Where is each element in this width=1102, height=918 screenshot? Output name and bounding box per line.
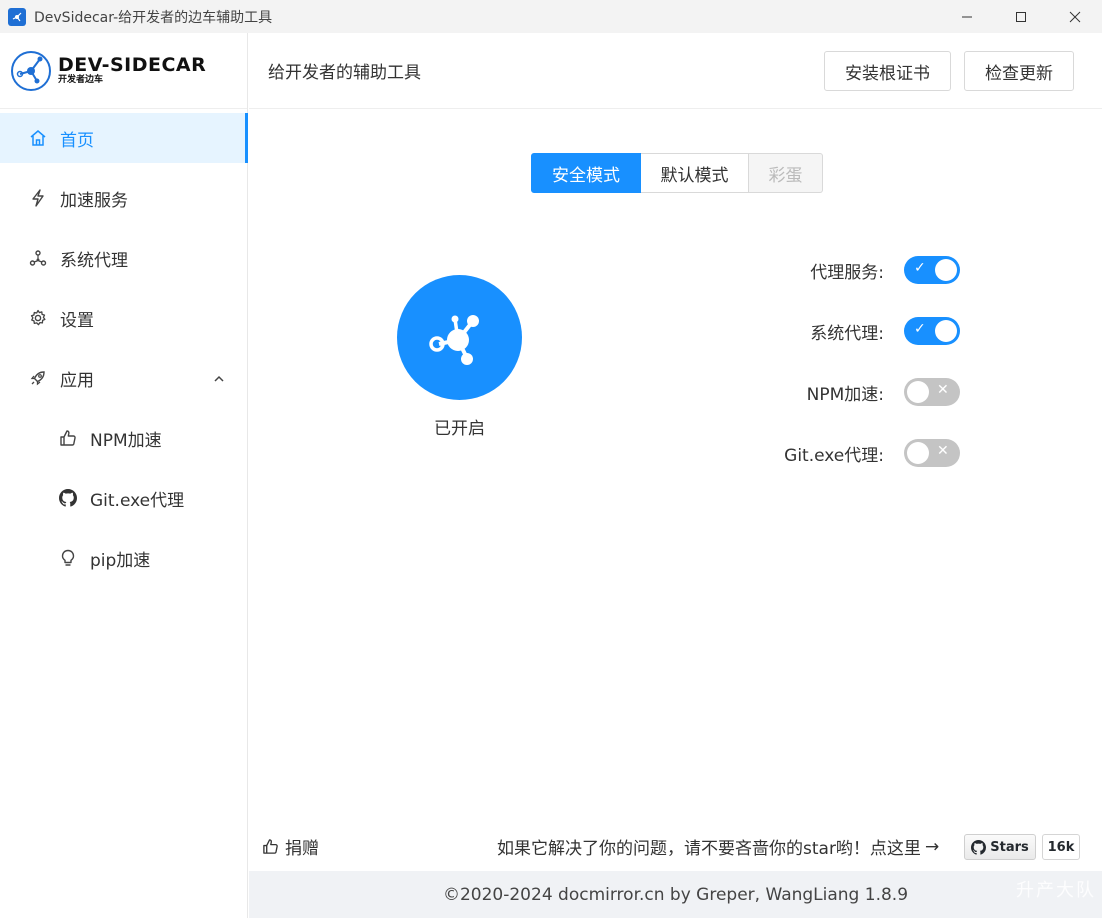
donate-label: 捐赠 xyxy=(285,839,319,859)
option-npm-acceleration: NPM加速: ✕ xyxy=(700,378,960,406)
stars-count[interactable]: 16k xyxy=(1042,834,1080,860)
github-icon xyxy=(58,488,78,508)
switch-knob xyxy=(935,259,957,281)
footer: ©2020-2024 docmirror.cn by Greper, WangL… xyxy=(249,871,1102,918)
github-stars-badge[interactable]: Stars 16k xyxy=(964,834,1080,860)
github-stars-button[interactable]: Stars xyxy=(964,834,1036,860)
main-toggle-button[interactable] xyxy=(397,275,522,400)
arrow-right-icon: → xyxy=(924,836,940,857)
tab-safe-mode[interactable]: 安全模式 xyxy=(531,153,641,193)
window-controls xyxy=(940,0,1102,33)
sidebar-item-label: 系统代理 xyxy=(60,250,128,271)
switch-knob xyxy=(935,320,957,342)
system-proxy-switch[interactable]: ✓ xyxy=(904,317,960,345)
tab-default-mode[interactable]: 默认模式 xyxy=(641,153,749,193)
close-icon xyxy=(1069,11,1081,22)
sidebar-item-label: 设置 xyxy=(60,310,94,331)
bulb-icon xyxy=(58,548,78,568)
x-icon: ✕ xyxy=(937,382,949,398)
thumbs-up-icon xyxy=(262,838,279,855)
option-label: NPM加速: xyxy=(806,384,884,405)
window-title: DevSidecar-给开发者的边车辅助工具 xyxy=(34,9,273,26)
sidebar-item-label: NPM加速 xyxy=(90,430,162,451)
sidebar-item-home[interactable]: 首页 xyxy=(0,113,248,163)
logo-brand: DEV-SIDECAR xyxy=(58,54,207,76)
copyright-text: ©2020-2024 docmirror.cn by Greper, WangL… xyxy=(442,884,909,905)
stars-label: Stars xyxy=(990,839,1029,855)
watermark-text: 升产大队 xyxy=(1016,880,1096,901)
option-proxy-service: 代理服务: ✓ xyxy=(700,256,960,284)
minimize-button[interactable] xyxy=(940,0,994,33)
option-git-proxy: Git.exe代理: ✕ xyxy=(700,439,960,467)
logo-icon xyxy=(11,50,51,91)
sidebar-item-label: Git.exe代理 xyxy=(90,490,185,511)
npm-acceleration-switch[interactable]: ✕ xyxy=(904,378,960,406)
header: 给开发者的辅助工具 安装根证书 检查更新 xyxy=(249,33,1102,109)
maximize-icon xyxy=(1016,11,1026,22)
mode-switcher: 安全模式 默认模式 彩蛋 xyxy=(531,153,823,193)
lightning-icon xyxy=(28,188,48,208)
option-label: 代理服务: xyxy=(810,262,884,283)
switch-knob xyxy=(907,381,929,403)
option-label: 系统代理: xyxy=(810,323,884,344)
rocket-icon xyxy=(28,368,48,388)
check-icon: ✓ xyxy=(914,321,926,337)
install-cert-button[interactable]: 安装根证书 xyxy=(824,51,951,91)
option-label: Git.exe代理: xyxy=(784,445,884,466)
sidebar-item-apps[interactable]: 应用 xyxy=(0,353,247,403)
git-proxy-switch[interactable]: ✕ xyxy=(904,439,960,467)
thumbs-up-icon xyxy=(58,428,78,448)
check-update-button[interactable]: 检查更新 xyxy=(964,51,1074,91)
sidebar-item-settings[interactable]: 设置 xyxy=(0,293,247,343)
sidebar-item-label: 首页 xyxy=(60,130,94,151)
proxy-status-text: 已开启 xyxy=(434,419,485,439)
title-bar: DevSidecar-给开发者的边车辅助工具 xyxy=(0,0,1102,33)
sidebar-menu: 首页 加速服务 系统代理 设置 应用 NPM加速 Git.exe代理 pip加速 xyxy=(0,113,248,583)
logo-subtitle: 开发者边车 xyxy=(58,75,104,85)
sidebar-item-acceleration[interactable]: 加速服务 xyxy=(0,173,247,223)
sidebar-item-pip[interactable]: pip加速 xyxy=(0,533,247,583)
logo: DEV-SIDECAR 开发者边车 xyxy=(0,33,247,109)
chevron-up-icon[interactable] xyxy=(213,370,225,390)
donate-link[interactable]: 捐赠 xyxy=(262,834,319,859)
github-icon xyxy=(971,839,987,855)
tab-easter-egg[interactable]: 彩蛋 xyxy=(749,153,823,193)
sidebar-item-label: 应用 xyxy=(60,370,94,391)
gear-icon xyxy=(28,308,48,328)
sidebar-item-label: pip加速 xyxy=(90,550,151,571)
maximize-button[interactable] xyxy=(994,0,1048,33)
sidecar-network-icon xyxy=(428,314,479,365)
proxy-service-switch[interactable]: ✓ xyxy=(904,256,960,284)
sidebar-item-npm[interactable]: NPM加速 xyxy=(0,413,247,463)
sidebar-item-label: 加速服务 xyxy=(60,190,128,211)
close-button[interactable] xyxy=(1048,0,1102,33)
sidebar-item-git[interactable]: Git.exe代理 xyxy=(0,473,247,523)
page-title: 给开发者的辅助工具 xyxy=(268,63,421,83)
star-message-link[interactable]: 如果它解决了你的问题，请不要吝啬你的star哟！点这里 → xyxy=(497,834,940,860)
network-icon xyxy=(28,248,48,268)
check-icon: ✓ xyxy=(914,260,926,276)
option-system-proxy: 系统代理: ✓ xyxy=(700,317,960,345)
app-icon xyxy=(8,7,26,26)
x-icon: ✕ xyxy=(937,443,949,459)
switch-knob xyxy=(907,442,929,464)
sidebar-item-system-proxy[interactable]: 系统代理 xyxy=(0,233,247,283)
minimize-icon xyxy=(962,16,972,17)
star-message: 如果它解决了你的问题，请不要吝啬你的star哟！点这里 xyxy=(497,839,921,859)
sidebar: DEV-SIDECAR 开发者边车 首页 加速服务 系统代理 设置 应用 NPM… xyxy=(0,33,248,918)
home-icon xyxy=(28,128,48,148)
